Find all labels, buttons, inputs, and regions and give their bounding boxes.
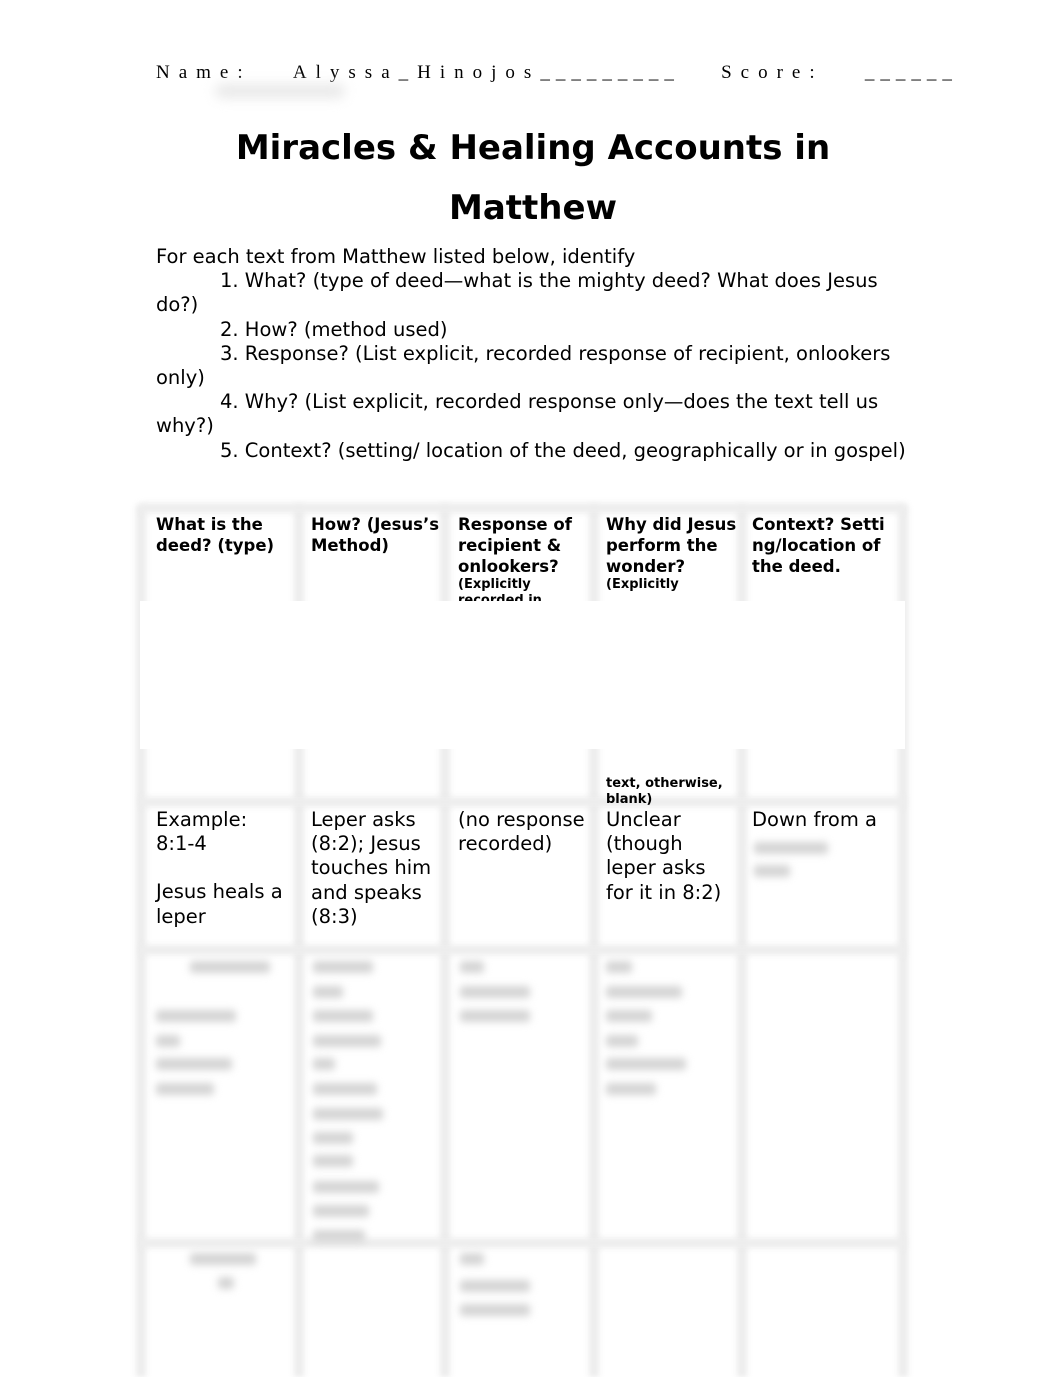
score-label: Score: xyxy=(721,62,824,83)
page-title: Miracles & Healing Accounts in Matthew xyxy=(156,118,910,238)
header-row: What is the deed? (type) How? (Jesus’s M… xyxy=(140,505,905,601)
example-response-cell: (no response recorded) xyxy=(458,808,585,856)
header-deed-label: What is the deed? (type) xyxy=(156,515,275,555)
redacted-text xyxy=(606,1083,656,1095)
redacted-text xyxy=(460,1280,530,1292)
redacted-text xyxy=(313,1108,383,1120)
redacted-text xyxy=(460,986,530,998)
row-divider xyxy=(140,945,905,955)
redacted-text xyxy=(218,1277,234,1289)
redacted-text xyxy=(190,961,270,973)
redacted-text xyxy=(313,1010,373,1022)
header-why-note-end: text, otherwise, blank) xyxy=(606,776,746,808)
instructions-lead: For each text from Matthew listed below,… xyxy=(156,245,636,268)
score-blank[interactable]: ______ xyxy=(865,62,958,83)
header-why-label: Why did Jesus perform the wonder? xyxy=(606,515,737,576)
redacted-text xyxy=(313,1083,377,1095)
redacted-text xyxy=(313,1181,379,1193)
example-deed-desc: Jesus heals a leper xyxy=(156,880,283,928)
title-line-1: Miracles & Healing Accounts in xyxy=(235,128,831,168)
header-context-label: Context? Setting/location of the deed. xyxy=(752,515,885,576)
redacted-text xyxy=(313,1155,353,1167)
redacted-text xyxy=(313,1035,381,1047)
redacted-text xyxy=(606,1058,686,1070)
instruction-item: 5. Context? (setting/ location of the de… xyxy=(220,438,906,462)
redacted-text xyxy=(313,1058,335,1070)
name-value[interactable]: Alyssa_Hinojos xyxy=(293,62,540,83)
row-divider xyxy=(140,797,905,807)
redacted-text xyxy=(156,1058,232,1070)
redacted-text xyxy=(460,1253,484,1265)
name-score-line: Name: Alyssa_Hinojos_________ Score: ___… xyxy=(156,62,958,84)
header-context: Context? Setting/location of the deed. xyxy=(752,514,886,577)
instruction-item: 1. What? (type of deed—what is the might… xyxy=(156,269,878,317)
redacted-text xyxy=(313,1230,365,1242)
header-deed: What is the deed? (type) xyxy=(156,514,292,556)
redacted-text xyxy=(606,1010,652,1022)
redacted-text xyxy=(190,1253,256,1265)
instructions: For each text from Matthew listed below,… xyxy=(156,245,910,463)
example-why-cell: Unclear (though leper asks for it in 8:2… xyxy=(606,808,722,904)
redacted-text xyxy=(460,1304,530,1316)
instruction-item: 3. Response? (List explicit, recorded re… xyxy=(156,341,891,390)
redacted-text xyxy=(156,1010,236,1022)
redacted-text xyxy=(606,1035,638,1047)
title-line-2: Matthew xyxy=(449,188,617,228)
header-how: How? (Jesus’s Method) xyxy=(311,514,441,556)
instruction-item: 2. How? (method used) xyxy=(220,317,448,341)
example-deed-cell: Example: 8:1-4 Jesus heals a leper xyxy=(156,808,292,929)
redacted-text xyxy=(606,986,682,998)
header-how-label: How? (Jesus’s Method) xyxy=(311,515,440,555)
row-divider xyxy=(140,1238,905,1248)
header-response: Response of recipient & onlookers? (Expl… xyxy=(458,514,588,601)
header-response-label: Response of recipient & onlookers? xyxy=(458,515,572,576)
example-deed-ref: Example: 8:1-4 xyxy=(156,808,248,856)
redacted-text xyxy=(313,961,373,973)
redacted-text xyxy=(606,961,632,973)
redacted-text xyxy=(313,1205,369,1217)
header-response-note: (Explicitly recorded in xyxy=(458,577,542,601)
header-why-note: (Explicitly xyxy=(606,577,679,592)
redacted-text xyxy=(313,1132,353,1144)
instruction-item: 4. Why? (List explicit, recorded respons… xyxy=(156,390,879,438)
redacted-text xyxy=(754,842,828,854)
redacted-text xyxy=(156,1035,180,1047)
redacted-text xyxy=(460,961,484,973)
name-label: Name: xyxy=(156,62,252,83)
example-context-cell: Down from a xyxy=(752,808,877,831)
name-blank: _________ xyxy=(540,62,680,83)
redacted-mark xyxy=(215,84,345,98)
example-how-cell: Leper asks (8:2); Jesus touches him and … xyxy=(311,808,432,928)
redacted-text xyxy=(460,1010,530,1022)
redacted-text xyxy=(156,1083,214,1095)
page-gap xyxy=(140,601,905,749)
redacted-text xyxy=(754,865,790,877)
header-why: Why did Jesus perform the wonder? (Expli… xyxy=(606,514,738,593)
worksheet-page: Name: Alyssa_Hinojos_________ Score: ___… xyxy=(0,0,1062,1377)
redacted-text xyxy=(313,986,343,998)
header-why-note-end-text: text, otherwise, blank) xyxy=(606,776,723,807)
